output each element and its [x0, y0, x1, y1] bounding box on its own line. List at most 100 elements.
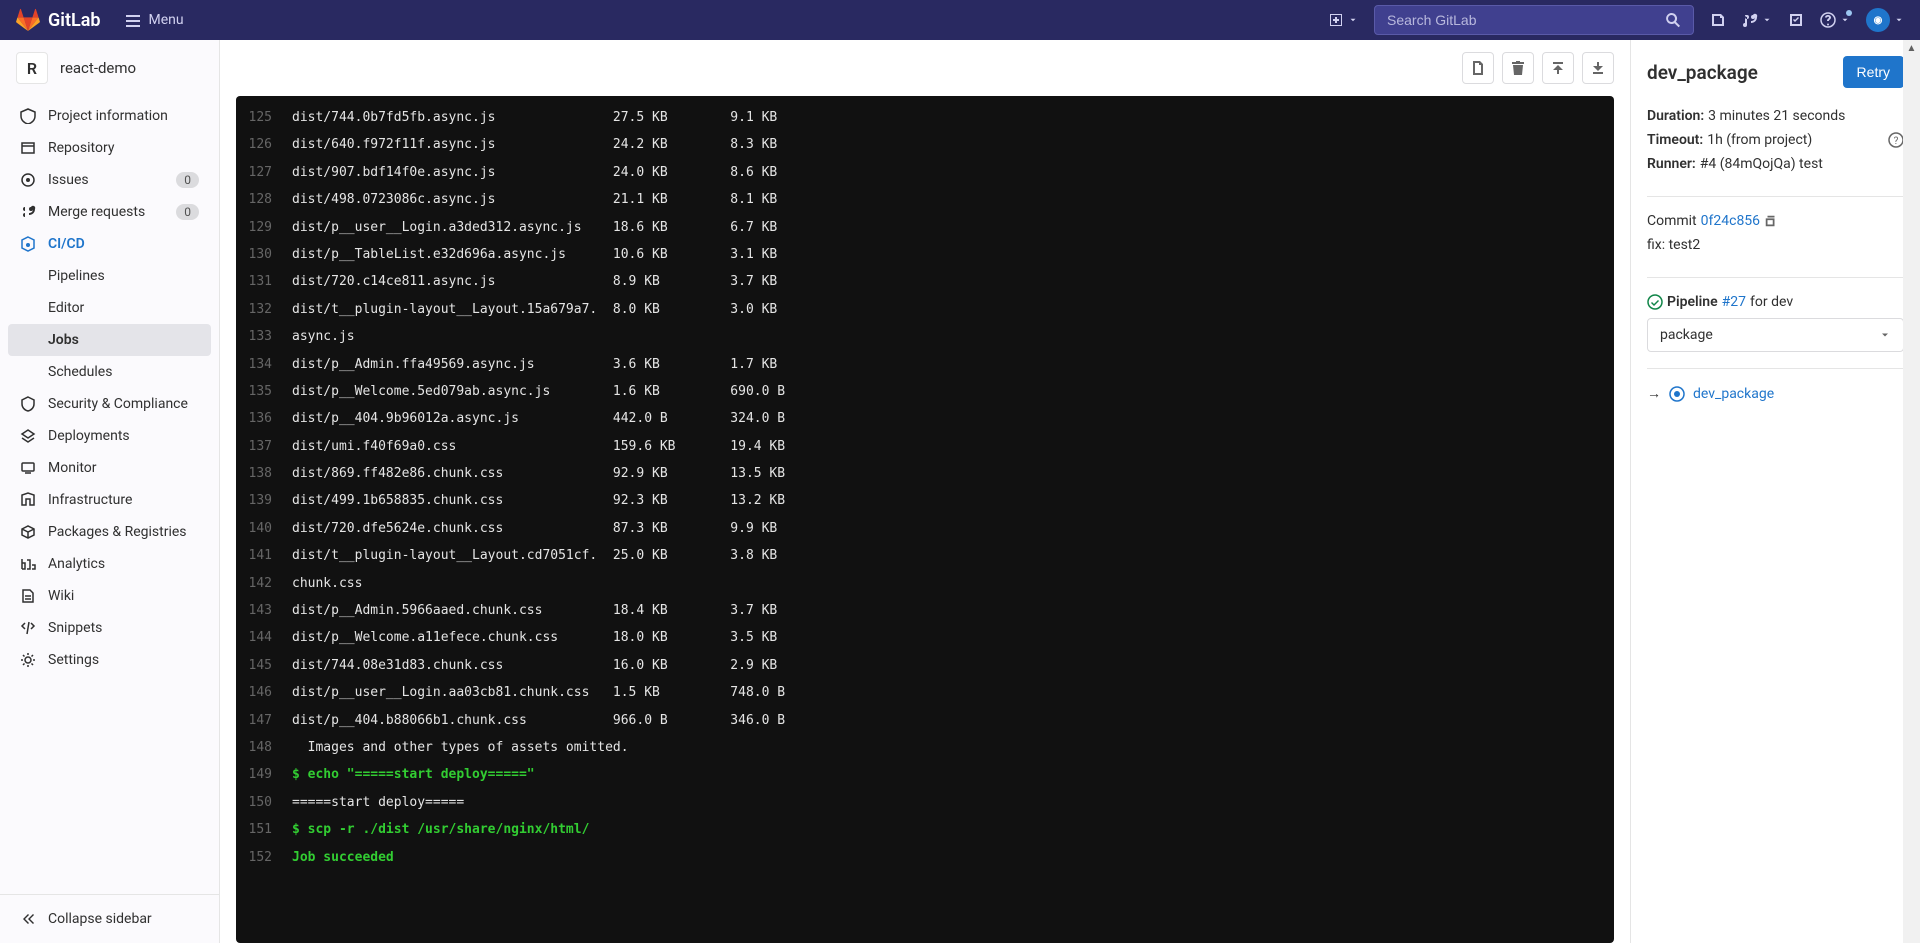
log-line: 129dist/p__user__Login.a3ded312.async.js… — [236, 214, 1614, 241]
log-line: 134dist/p__Admin.ffa49569.async.js 3.6 K… — [236, 351, 1614, 378]
log-line: 126dist/640.f972f11f.async.js 24.2 KB 8.… — [236, 131, 1614, 158]
todos-icon[interactable] — [1788, 12, 1804, 28]
sidebar-item-jobs[interactable]: Jobs — [8, 324, 211, 356]
log-line: 148 Images and other types of assets omi… — [236, 734, 1614, 761]
scroll-up-arrow[interactable]: ▲ — [1903, 40, 1920, 57]
show-raw-button[interactable] — [1462, 52, 1494, 84]
sidebar-item-merge-requests[interactable]: Merge requests0 — [8, 196, 211, 228]
log-line: 139dist/499.1b658835.chunk.css 92.3 KB 1… — [236, 487, 1614, 514]
log-line: 150=====start deploy===== — [236, 789, 1614, 816]
nav-icon — [20, 460, 36, 476]
nav-icon — [20, 428, 36, 444]
log-line: 132dist/t__plugin-layout__Layout.15a679a… — [236, 296, 1614, 323]
help-dropdown[interactable] — [1820, 12, 1850, 28]
log-line: 142chunk.css — [236, 570, 1614, 597]
log-line: 140dist/720.dfe5624e.chunk.css 87.3 KB 9… — [236, 515, 1614, 542]
stage-select[interactable]: package — [1647, 318, 1904, 352]
merge-icon — [1742, 12, 1758, 28]
log-line: 137dist/umi.f40f69a0.css 159.6 KB 19.4 K… — [236, 433, 1614, 460]
log-line: 152Job succeeded — [236, 844, 1614, 871]
sidebar-item-settings[interactable]: Settings — [8, 644, 211, 676]
plus-square-icon — [1328, 12, 1344, 28]
nav-icon — [20, 556, 36, 572]
sidebar-item-deployments[interactable]: Deployments — [8, 420, 211, 452]
gitlab-logo[interactable]: GitLab — [16, 8, 101, 32]
count-badge: 0 — [176, 172, 199, 188]
project-header[interactable]: R react-demo — [0, 40, 219, 96]
new-dropdown[interactable] — [1328, 12, 1358, 28]
search-input[interactable] — [1387, 12, 1665, 28]
retry-button[interactable]: Retry — [1843, 56, 1904, 88]
log-line: 130dist/p__TableList.e32d696a.async.js 1… — [236, 241, 1614, 268]
chevron-down-icon — [1840, 12, 1850, 28]
count-badge: 0 — [176, 204, 199, 220]
sidebar-item-wiki[interactable]: Wiki — [8, 580, 211, 612]
copy-icon[interactable] — [1764, 214, 1778, 228]
issues-icon[interactable] — [1710, 12, 1726, 28]
status-running-icon — [1669, 386, 1685, 402]
arrow-right-icon: → — [1647, 385, 1661, 402]
project-name: react-demo — [60, 59, 136, 77]
log-line: 131dist/720.c14ce811.async.js 8.9 KB 3.7… — [236, 268, 1614, 295]
sidebar-item-editor[interactable]: Editor — [8, 292, 211, 324]
log-line: 149$ echo "=====start deploy=====" — [236, 761, 1614, 788]
project-avatar: R — [16, 52, 48, 84]
nav-icon — [20, 492, 36, 508]
document-icon — [1470, 60, 1486, 76]
sidebar-item-schedules[interactable]: Schedules — [8, 356, 211, 388]
nav-icon — [20, 524, 36, 540]
sidebar-item-pipelines[interactable]: Pipelines — [8, 260, 211, 292]
svg-text:?: ? — [1894, 136, 1899, 147]
log-line: 144dist/p__Welcome.a11efece.chunk.css 18… — [236, 624, 1614, 651]
status-passed-icon — [1647, 294, 1663, 310]
log-line: 125dist/744.0b7fd5fb.async.js 27.5 KB 9.… — [236, 104, 1614, 131]
job-link[interactable]: dev_package — [1693, 386, 1774, 402]
log-line: 127dist/907.bdf14f0e.async.js 24.0 KB 8.… — [236, 159, 1614, 186]
job-log: 125dist/744.0b7fd5fb.async.js 27.5 KB 9.… — [236, 96, 1614, 943]
nav-icon — [20, 236, 36, 252]
log-line: 128dist/498.0723086c.async.js 21.1 KB 8.… — [236, 186, 1614, 213]
scroll-bottom-icon — [1590, 60, 1606, 76]
log-line: 133async.js — [236, 323, 1614, 350]
pipeline-link[interactable]: #27 — [1722, 294, 1746, 310]
sidebar-item-monitor[interactable]: Monitor — [8, 452, 211, 484]
nav-icon — [20, 620, 36, 636]
sidebar-item-security-compliance[interactable]: Security & Compliance — [8, 388, 211, 420]
sidebar-item-repository[interactable]: Repository — [8, 132, 211, 164]
chevron-down-icon — [1348, 12, 1358, 28]
sidebar-item-analytics[interactable]: Analytics — [8, 548, 211, 580]
nav-icon — [20, 172, 36, 188]
chevron-down-icon — [1894, 12, 1904, 28]
question-circle-icon[interactable]: ? — [1888, 132, 1904, 148]
search-box[interactable] — [1374, 5, 1694, 35]
sidebar-item-issues[interactable]: Issues0 — [8, 164, 211, 196]
sidebar-item-ci-cd[interactable]: CI/CD — [8, 228, 211, 260]
sidebar-item-infrastructure[interactable]: Infrastructure — [8, 484, 211, 516]
user-menu[interactable]: ◉ — [1866, 8, 1904, 32]
scroll-bottom-button[interactable] — [1582, 52, 1614, 84]
log-line: 135dist/p__Welcome.5ed079ab.async.js 1.6… — [236, 378, 1614, 405]
job-title: dev_package — [1647, 61, 1758, 84]
nav-icon — [20, 140, 36, 156]
erase-log-button[interactable] — [1502, 52, 1534, 84]
scroll-top-button[interactable] — [1542, 52, 1574, 84]
log-line: 151$ scp -r ./dist /usr/share/nginx/html… — [236, 816, 1614, 843]
chevron-down-icon — [1762, 12, 1772, 28]
log-line: 147dist/p__404.b88066b1.chunk.css 966.0 … — [236, 707, 1614, 734]
scroll-top-icon — [1550, 60, 1566, 76]
sidebar-item-project-information[interactable]: Project information — [8, 100, 211, 132]
log-line: 145dist/744.08e31d83.chunk.css 16.0 KB 2… — [236, 652, 1614, 679]
chevron-double-left-icon — [20, 911, 36, 927]
commit-link[interactable]: 0f24c856 — [1701, 213, 1760, 229]
gitlab-icon — [16, 8, 40, 32]
menu-toggle[interactable]: Menu — [125, 12, 184, 28]
hamburger-icon — [125, 12, 141, 28]
collapse-sidebar[interactable]: Collapse sidebar — [8, 903, 211, 935]
question-icon — [1820, 12, 1836, 28]
nav-icon — [20, 396, 36, 412]
nav-icon — [20, 108, 36, 124]
log-line: 141dist/t__plugin-layout__Layout.cd7051c… — [236, 542, 1614, 569]
merge-requests-dropdown[interactable] — [1742, 12, 1772, 28]
sidebar-item-snippets[interactable]: Snippets — [8, 612, 211, 644]
sidebar-item-packages-registries[interactable]: Packages & Registries — [8, 516, 211, 548]
